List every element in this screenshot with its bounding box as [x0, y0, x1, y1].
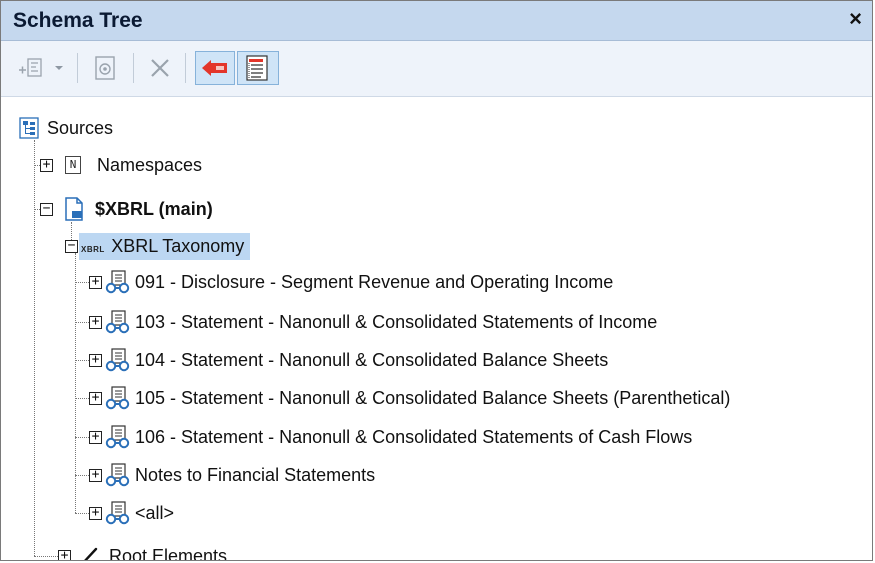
tree-connector — [75, 513, 89, 514]
properties-button[interactable] — [87, 51, 123, 85]
tree-node-namespaces[interactable]: N Namespaces — [65, 147, 202, 183]
toolbar — [1, 41, 872, 97]
tree-connector — [75, 253, 76, 513]
tree-connector — [75, 398, 89, 399]
tree-node-item[interactable]: 103 - Statement - Nanonull & Consolidate… — [105, 304, 657, 340]
linkrole-icon — [105, 463, 130, 487]
tree-node-label: Sources — [47, 117, 114, 138]
selection-highlight: XBRL XBRL Taxonomy — [79, 232, 251, 260]
tree-node-label: 106 - Statement - Nanonull & Consolidate… — [135, 426, 693, 447]
tree-node-label: $XBRL (main) — [95, 198, 213, 219]
xbrl-icon: XBRL — [81, 244, 105, 254]
add-item-button[interactable] — [15, 51, 47, 85]
expand-icon[interactable]: + — [89, 506, 102, 520]
show-source-button[interactable] — [195, 51, 235, 85]
linkrole-icon — [105, 270, 130, 294]
document-icon — [65, 197, 83, 221]
linkrole-icon — [105, 386, 130, 410]
tree-connector — [75, 282, 89, 283]
tree-node-item[interactable]: <all> — [105, 495, 174, 531]
tree-connector — [75, 360, 89, 361]
linkrole-icon — [105, 425, 130, 449]
tree-node-sources[interactable]: Sources — [19, 110, 113, 146]
tree-node-label: XBRL Taxonomy — [111, 235, 245, 256]
toolbar-separator — [185, 53, 186, 83]
chevron-down-icon — [55, 66, 63, 70]
tree-node-item[interactable]: 104 - Statement - Nanonull & Consolidate… — [105, 342, 608, 378]
expand-icon[interactable]: + — [58, 549, 71, 560]
add-item-icon — [19, 58, 42, 77]
delete-button[interactable] — [143, 51, 177, 85]
expand-icon[interactable]: + — [89, 275, 102, 289]
schema-tree: Sources + N Namespaces − $XBRL (main) − … — [1, 98, 872, 560]
panel-title: Schema Tree — [13, 9, 143, 32]
arrow-left-icon — [202, 60, 227, 76]
expand-icon[interactable]: + — [89, 315, 102, 329]
linkrole-icon — [105, 310, 130, 334]
delete-icon — [151, 59, 169, 77]
tree-node-label: <all> — [135, 502, 175, 523]
tree-connector — [34, 556, 58, 557]
collapse-icon[interactable]: − — [65, 239, 78, 253]
namespace-icon: N — [65, 156, 81, 174]
schema-tree-panel: Schema Tree × Sources + N Namespaces − $… — [0, 0, 873, 561]
slash-icon — [84, 547, 98, 560]
tree-node-root-elements[interactable]: Root Elements — [79, 538, 228, 561]
expand-icon[interactable]: + — [89, 430, 102, 444]
tree-node-label: Root Elements — [109, 545, 228, 561]
tree-node-label: 103 - Statement - Nanonull & Consolidate… — [135, 311, 658, 332]
dropdown-arrow[interactable] — [49, 51, 69, 85]
linkrole-icon — [105, 348, 130, 372]
tree-node-xbrl-taxonomy[interactable]: XBRL XBRL Taxonomy — [79, 228, 251, 264]
expand-icon[interactable]: + — [89, 353, 102, 367]
linkrole-icon — [105, 501, 130, 525]
close-icon[interactable]: × — [849, 7, 862, 31]
tree-node-label: 105 - Statement - Nanonull & Consolidate… — [135, 387, 731, 408]
tree-connector — [75, 437, 89, 438]
tree-node-label: 104 - Statement - Nanonull & Consolidate… — [135, 349, 609, 370]
expand-icon[interactable]: + — [89, 391, 102, 405]
tree-node-item[interactable]: 105 - Statement - Nanonull & Consolidate… — [105, 380, 730, 416]
tree-node-item[interactable]: Notes to Financial Statements — [105, 457, 375, 493]
toolbar-separator — [133, 53, 134, 83]
expand-icon[interactable]: + — [89, 468, 102, 482]
panel-titlebar: Schema Tree × — [1, 1, 872, 41]
tree-node-item[interactable]: 106 - Statement - Nanonull & Consolidate… — [105, 419, 692, 455]
show-tree-button[interactable] — [237, 51, 279, 85]
sources-icon — [19, 117, 39, 139]
tree-node-label: Namespaces — [97, 154, 203, 175]
tree-node-item[interactable]: 091 - Disclosure - Segment Revenue and O… — [105, 264, 613, 300]
toolbar-separator — [77, 53, 78, 83]
tree-node-label: 091 - Disclosure - Segment Revenue and O… — [135, 271, 614, 292]
tree-list-icon — [246, 55, 268, 81]
properties-icon — [95, 56, 115, 80]
tree-node-label: Notes to Financial Statements — [135, 464, 376, 485]
tree-node-xbrl-main[interactable]: $XBRL (main) — [63, 191, 213, 227]
collapse-icon[interactable]: − — [40, 202, 53, 216]
tree-connector — [75, 475, 89, 476]
expand-icon[interactable]: + — [40, 158, 53, 172]
tree-connector — [34, 140, 35, 556]
tree-connector — [75, 322, 89, 323]
